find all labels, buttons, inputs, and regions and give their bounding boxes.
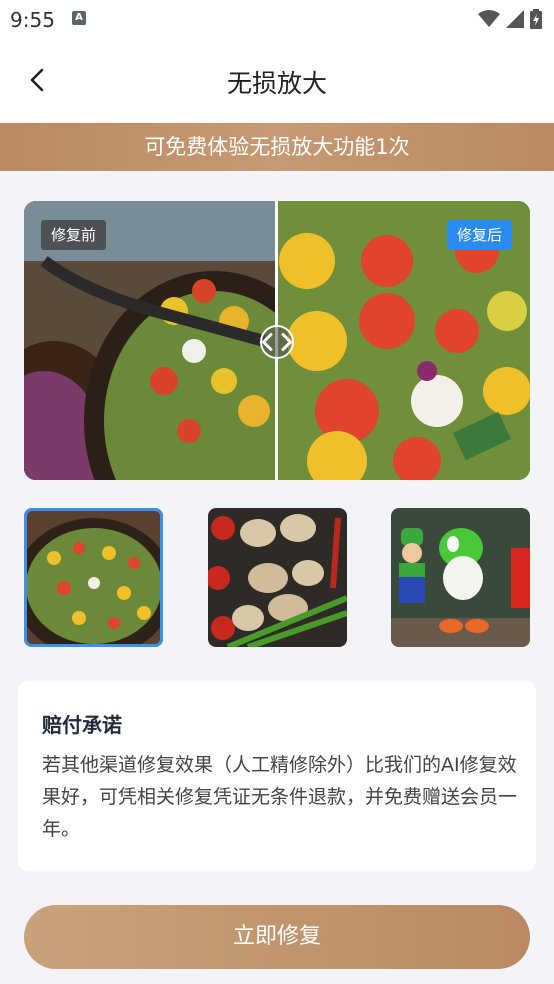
before-label: 修复前 bbox=[41, 220, 107, 250]
nav-bar: 无损放大 bbox=[0, 40, 554, 122]
guarantee-text: 若其他渠道修复效果（人工精修除外）比我们的AI修复效果好，可凭相关修复凭证无条件… bbox=[42, 754, 518, 840]
status-time: 9:55 bbox=[10, 8, 55, 32]
page-title: 无损放大 bbox=[226, 69, 327, 98]
sample-thumbnails bbox=[24, 508, 530, 648]
after-label: 修复后 bbox=[446, 220, 512, 250]
guarantee-title: 赔付承诺 bbox=[42, 713, 122, 737]
status-icons bbox=[478, 8, 542, 30]
repair-now-button[interactable]: 立即修复 bbox=[24, 905, 530, 969]
salad-sample[interactable] bbox=[24, 508, 163, 647]
compare-handle-icon[interactable] bbox=[260, 325, 294, 359]
before-after-compare[interactable]: 修复前 修复后 bbox=[24, 201, 530, 480]
battery-icon bbox=[530, 9, 542, 29]
free-trial-banner: 可免费体验无损放大功能1次 bbox=[0, 123, 554, 171]
mushroom-sample[interactable] bbox=[208, 508, 347, 647]
signal-icon bbox=[506, 10, 524, 28]
status-bar: 9:55 A bbox=[0, 0, 554, 40]
guarantee-card: 赔付承诺 若其他渠道修复效果（人工精修除外）比我们的AI修复效果好，可凭相关修复… bbox=[18, 681, 536, 871]
toy-figures-sample[interactable] bbox=[391, 508, 530, 647]
wifi-icon bbox=[478, 10, 500, 27]
a-icon: A bbox=[72, 11, 86, 25]
